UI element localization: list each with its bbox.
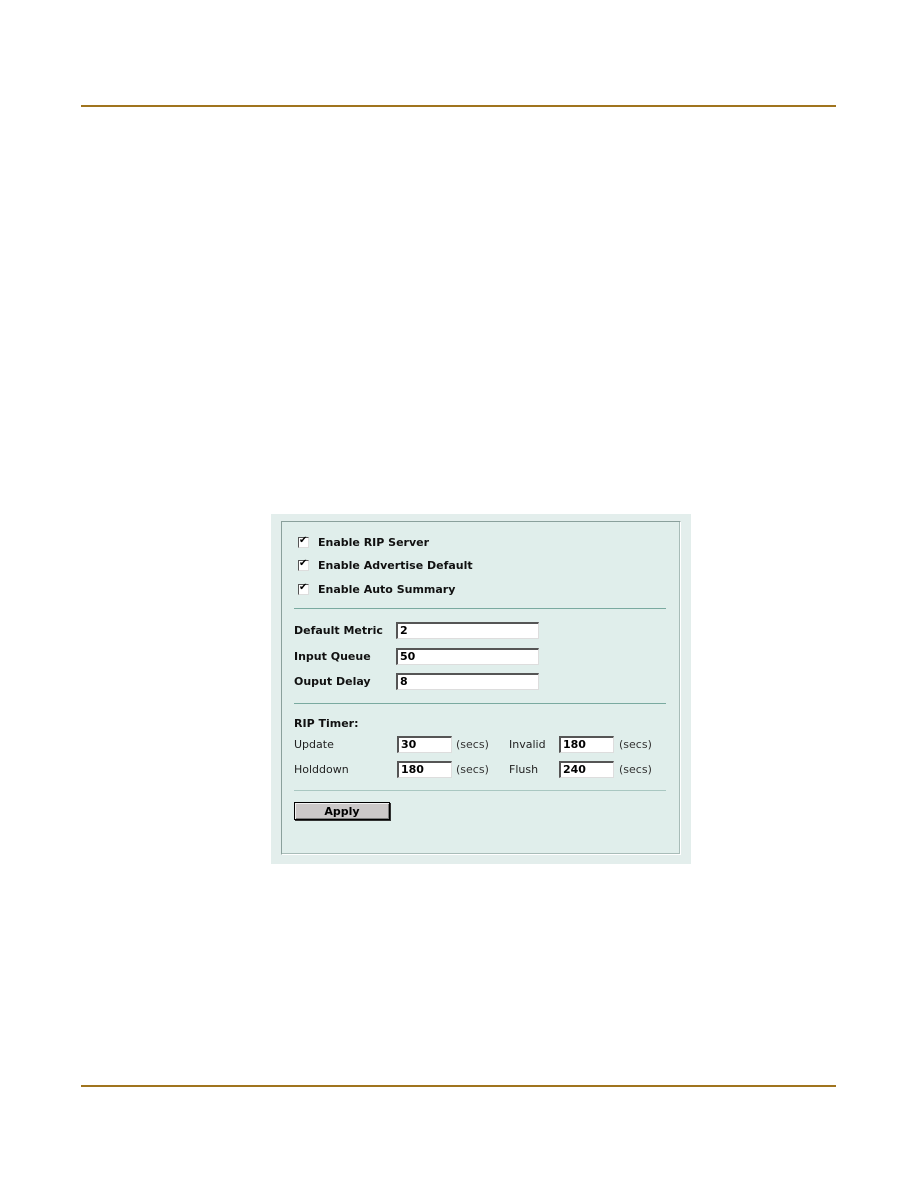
- output-delay-input[interactable]: [396, 673, 539, 690]
- enable-advertise-default-label: Enable Advertise Default: [318, 558, 473, 572]
- enable-auto-summary-option[interactable]: ✔ Enable Auto Summary: [298, 581, 455, 597]
- flush-unit: (secs): [619, 763, 652, 776]
- update-unit: (secs): [456, 738, 489, 751]
- enable-rip-server-label: Enable RIP Server: [318, 535, 430, 549]
- enable-rip-server-checkbox[interactable]: ✔: [298, 534, 309, 548]
- checkmark-icon: ✔: [299, 557, 308, 569]
- default-metric-row: Default Metric: [294, 622, 554, 640]
- input-queue-input[interactable]: [396, 648, 539, 665]
- section-divider: [294, 703, 666, 704]
- enable-auto-summary-label: Enable Auto Summary: [318, 582, 456, 596]
- update-input[interactable]: [397, 736, 452, 753]
- output-delay-row: Ouput Delay: [294, 673, 554, 691]
- invalid-input[interactable]: [559, 736, 614, 753]
- holddown-label: Holddown: [294, 763, 349, 776]
- checkmark-icon: ✔: [299, 581, 308, 593]
- flush-label: Flush: [509, 763, 539, 776]
- enable-auto-summary-checkbox[interactable]: ✔: [298, 581, 309, 595]
- enable-advertise-default-option[interactable]: ✔ Enable Advertise Default: [298, 557, 473, 573]
- default-metric-input[interactable]: [396, 622, 539, 639]
- checkmark-icon: ✔: [299, 534, 308, 546]
- default-metric-label: Default Metric: [294, 624, 383, 637]
- header-rule: [81, 105, 836, 107]
- holddown-unit: (secs): [456, 763, 489, 776]
- input-queue-row: Input Queue: [294, 648, 554, 666]
- apply-button[interactable]: Apply: [294, 802, 390, 820]
- footer-rule: [81, 1085, 836, 1087]
- update-label: Update: [294, 738, 334, 751]
- enable-advertise-default-checkbox[interactable]: ✔: [298, 557, 309, 571]
- flush-input[interactable]: [559, 761, 614, 778]
- rip-settings-panel: ✔ Enable RIP Server ✔ Enable Advertise D…: [271, 514, 691, 864]
- enable-rip-server-option[interactable]: ✔ Enable RIP Server: [298, 534, 429, 550]
- rip-settings-form: ✔ Enable RIP Server ✔ Enable Advertise D…: [281, 521, 681, 855]
- section-divider: [294, 790, 666, 791]
- input-queue-label: Input Queue: [294, 650, 371, 663]
- section-divider: [294, 608, 666, 609]
- rip-timer-heading: RIP Timer:: [294, 717, 359, 730]
- output-delay-label: Ouput Delay: [294, 675, 371, 688]
- invalid-label: Invalid: [509, 738, 546, 751]
- holddown-input[interactable]: [397, 761, 452, 778]
- invalid-unit: (secs): [619, 738, 652, 751]
